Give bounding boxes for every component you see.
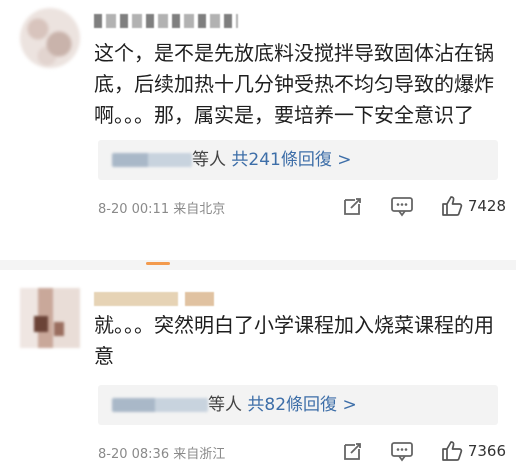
- avatar[interactable]: [20, 8, 80, 68]
- thumbs-up-icon: [441, 441, 463, 461]
- like-button[interactable]: 7366: [440, 439, 506, 463]
- divider-accent: [146, 262, 170, 265]
- view-replies-link[interactable]: 共241條回復 >: [231, 150, 351, 170]
- share-icon[interactable]: [342, 440, 364, 462]
- timestamp: 8-20 08:36: [98, 447, 170, 462]
- comment-text: 就。。。突然明白了小学课程加入烧菜课程的用意: [94, 313, 494, 368]
- comment-actions: 7428: [342, 194, 506, 218]
- thumbs-up-icon: [441, 196, 463, 216]
- reply-usernames-blurred: [112, 398, 208, 412]
- reply-usernames-blurred: [112, 153, 192, 167]
- comment-item: 就。。。突然明白了小学课程加入烧菜课程的用意 等人 共82條回復 > 8-20 …: [0, 280, 516, 471]
- comment-icon[interactable]: [390, 195, 414, 217]
- comment-meta: 8-20 08:36 来自浙江: [98, 443, 225, 462]
- username-blurred[interactable]: [94, 292, 214, 306]
- view-replies-link[interactable]: 共82條回復 >: [247, 395, 356, 415]
- like-count: 7428: [467, 197, 506, 215]
- location: 来自浙江: [173, 447, 226, 462]
- replies-prefix: 等人: [192, 150, 226, 170]
- replies-summary[interactable]: 等人 共82條回復 >: [98, 385, 498, 425]
- replies-summary[interactable]: 等人 共241條回復 >: [98, 140, 498, 180]
- comment-text: 这个，是不是先放底料没搅拌导致固体沾在锅底，后续加热十几分钟受热不均匀导致的爆炸…: [94, 41, 494, 127]
- replies-prefix: 等人: [208, 395, 242, 415]
- comment-actions: 7366: [342, 439, 506, 463]
- like-count: 7366: [467, 442, 506, 460]
- comment-item: 这个，是不是先放底料没搅拌导致固体沾在锅底，后续加热十几分钟受热不均匀导致的爆炸…: [0, 0, 516, 255]
- timestamp: 8-20 00:11: [98, 202, 170, 217]
- avatar[interactable]: [20, 288, 80, 348]
- share-icon[interactable]: [342, 195, 364, 217]
- comment-icon[interactable]: [390, 440, 414, 462]
- comment-meta: 8-20 00:11 来自北京: [98, 198, 225, 217]
- divider: [0, 260, 516, 270]
- like-button[interactable]: 7428: [440, 194, 506, 218]
- username-blurred[interactable]: [94, 14, 238, 28]
- location: 来自北京: [173, 202, 226, 217]
